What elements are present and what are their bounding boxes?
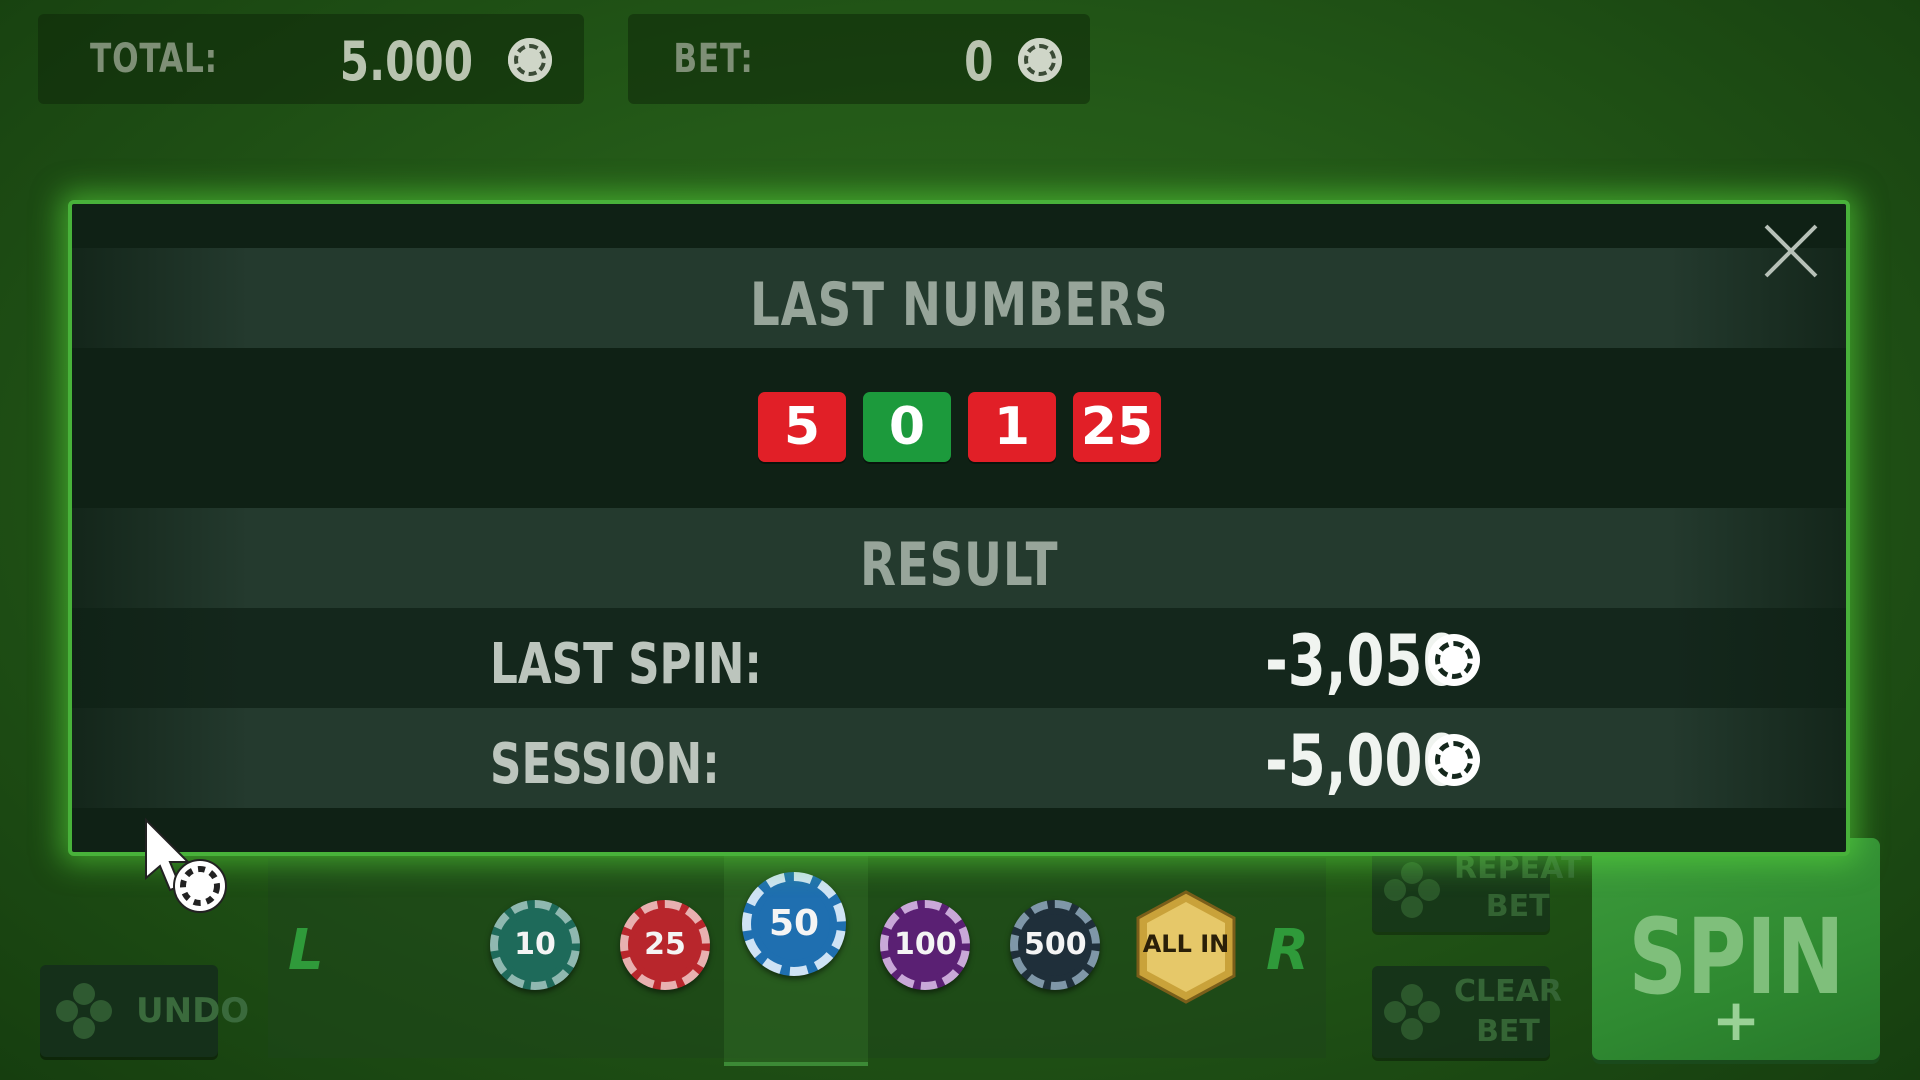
bet-value: 0 (964, 30, 994, 93)
spin-button[interactable]: SPIN + (1592, 838, 1880, 1060)
result-title: RESULT (859, 530, 1059, 600)
bet-label: BET: (673, 36, 754, 82)
undo-label: UNDO (136, 991, 250, 1031)
chip-25-label: 25 (634, 914, 696, 976)
clover-icon (1384, 984, 1440, 1040)
last-spin-value: -3,050 (1264, 620, 1460, 702)
spin-plus-icon: + (1711, 986, 1761, 1054)
chip-50[interactable]: 50 (742, 872, 846, 976)
clover-icon (56, 983, 112, 1039)
scroll-right-button[interactable]: R (1266, 918, 1309, 983)
session-value: -5,000 (1264, 720, 1460, 802)
results-modal: LAST NUMBERS 5 0 1 25 RESULT LAST SPIN: … (68, 200, 1850, 856)
repeat-bet-label: REPEAT BET (1454, 851, 1582, 924)
last-number-tile: 5 (758, 392, 846, 462)
repeat-bet-button[interactable]: REPEAT BET (1372, 848, 1581, 932)
last-number-tile: 25 (1073, 392, 1161, 462)
clear-bet-button[interactable]: CLEAR BET (1372, 966, 1562, 1058)
coin-icon (1428, 634, 1480, 686)
total-panel: TOTAL: 5.000 (38, 14, 584, 104)
last-number-tile: 1 (968, 392, 1056, 462)
session-row (72, 708, 1846, 808)
last-numbers-title: LAST NUMBERS (749, 270, 1169, 340)
chip-50-label: 50 (758, 888, 830, 960)
clear-bet-label: CLEAR BET (1454, 974, 1562, 1049)
all-in-label: ALL IN (1142, 930, 1230, 958)
bet-panel: BET: 0 (628, 14, 1090, 104)
session-label: SESSION: (490, 732, 720, 797)
last-spin-label: LAST SPIN: (490, 632, 762, 697)
chip-all-in[interactable]: ALL IN (1134, 890, 1238, 1004)
cursor-arrow-icon (145, 817, 227, 913)
coin-icon (1018, 38, 1062, 82)
coin-icon (1428, 734, 1480, 786)
close-icon[interactable] (1756, 216, 1826, 286)
pointer-cursor (140, 816, 240, 916)
scroll-left-button[interactable]: L (288, 918, 324, 983)
chip-500-label: 500 (1024, 914, 1087, 976)
last-number-tile: 0 (863, 392, 951, 462)
chip-500[interactable]: 500 (1010, 900, 1100, 990)
clover-icon (1384, 862, 1440, 918)
undo-button[interactable]: UNDO (40, 965, 249, 1057)
chip-25[interactable]: 25 (620, 900, 710, 990)
coin-icon (508, 38, 552, 82)
chip-100[interactable]: 100 (880, 900, 970, 990)
chip-10-label: 10 (504, 914, 566, 976)
total-value: 5.000 (339, 30, 474, 93)
last-spin-row (72, 608, 1846, 708)
chip-10[interactable]: 10 (490, 900, 580, 990)
chip-100-label: 100 (894, 914, 957, 976)
total-label: TOTAL: (90, 36, 218, 82)
